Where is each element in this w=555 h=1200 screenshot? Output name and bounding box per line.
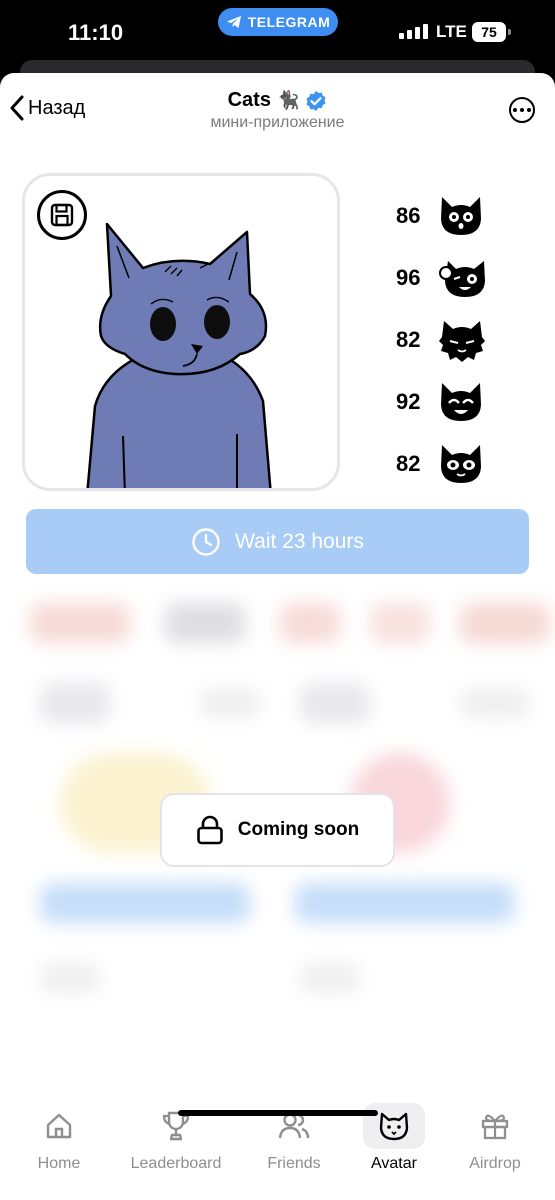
home-icon <box>46 1113 72 1139</box>
page-subtitle: мини-приложение <box>210 114 345 131</box>
cat-face-fluffy-icon <box>439 321 485 362</box>
stat-value: 82 <box>396 327 421 352</box>
network-label: LTE <box>436 22 467 41</box>
stat-row: 92 <box>396 371 490 433</box>
page-title-block: Cats 🐈‍⬛ мини-приложение <box>0 89 555 132</box>
tab-label: Avatar <box>371 1155 417 1172</box>
more-options-button[interactable] <box>509 97 535 123</box>
battery-icon: 75 <box>472 22 511 42</box>
stat-row: 82 <box>396 309 490 371</box>
tab-label: Home <box>37 1155 81 1172</box>
stat-value: 96 <box>396 265 421 290</box>
telegram-pill-label: TELEGRAM <box>247 14 331 30</box>
ellipsis-dot <box>513 108 517 112</box>
status-time: 11:10 <box>68 20 124 45</box>
tab-label: Friends <box>267 1155 321 1172</box>
tab-home[interactable]: Home <box>14 1103 104 1173</box>
lock-icon <box>196 815 223 845</box>
stat-value: 92 <box>396 389 421 414</box>
signal-icon <box>399 24 428 39</box>
stat-row: 82 <box>396 433 490 495</box>
cat-face-wink-icon <box>439 261 485 297</box>
clock-icon <box>192 527 220 556</box>
black-cat-emoji: 🐈‍⬛ <box>276 90 300 110</box>
stat-value: 86 <box>396 203 421 228</box>
wait-button[interactable]: Wait 23 hours <box>26 509 529 574</box>
cat-face-surprised-icon <box>441 197 481 235</box>
floppy-disk-icon <box>50 203 74 227</box>
stat-value: 82 <box>396 451 421 476</box>
coming-soon-card: Coming soon <box>160 793 395 867</box>
wait-button-label: Wait 23 hours <box>235 529 364 553</box>
telegram-pill[interactable]: TELEGRAM <box>218 8 338 36</box>
ellipsis-dot <box>520 108 524 112</box>
home-indicator[interactable] <box>178 1110 378 1116</box>
page-title: Cats <box>227 89 271 111</box>
avatar-preview <box>22 173 340 491</box>
status-bar: 11:10 TELEGRAM LTE 75 <box>0 0 555 80</box>
coming-soon-label: Coming soon <box>237 819 360 840</box>
save-avatar-button[interactable] <box>37 190 87 240</box>
tab-label: Airdrop <box>469 1155 521 1172</box>
stats-list: 86 96 82 92 82 <box>396 185 490 495</box>
stat-row: 96 <box>396 247 490 309</box>
gift-icon <box>481 1114 509 1140</box>
tab-airdrop[interactable]: Airdrop <box>450 1103 540 1173</box>
tab-label: Leaderboard <box>130 1155 222 1172</box>
cat-icon <box>379 1112 409 1141</box>
ellipsis-dot <box>527 108 531 112</box>
battery-level: 75 <box>481 24 497 40</box>
cat-face-sparkle-icon <box>441 445 481 483</box>
cat-face-happy-icon <box>441 383 481 421</box>
verified-badge-icon <box>306 90 326 111</box>
mini-app-sheet: Назад Cats 🐈‍⬛ мини-приложение <box>0 73 555 1200</box>
telegram-plane-icon <box>226 16 241 28</box>
stat-row: 86 <box>396 185 490 247</box>
